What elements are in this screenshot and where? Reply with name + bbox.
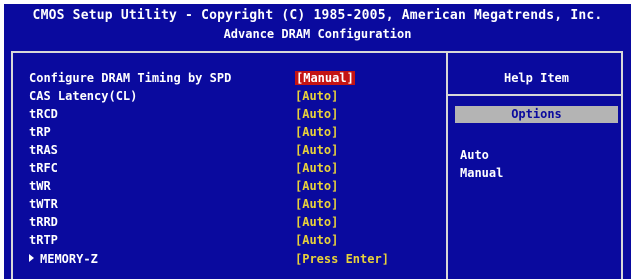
option-item[interactable]: Manual: [460, 166, 503, 180]
setting-value[interactable]: [Auto]: [295, 197, 338, 211]
page-title: Advance DRAM Configuration: [223, 27, 412, 41]
setting-label: tRRD: [29, 215, 58, 229]
setting-cas-latency[interactable]: CAS Latency(CL) [Auto]: [29, 89, 444, 107]
setting-trfc[interactable]: tRFC [Auto]: [29, 161, 444, 179]
setting-value[interactable]: [Auto]: [295, 161, 338, 175]
window-title: CMOS Setup Utility - Copyright (C) 1985-…: [32, 8, 603, 23]
setting-label: MEMORY-Z: [29, 252, 98, 266]
setting-value[interactable]: [Auto]: [295, 125, 338, 139]
setting-configure-dram-timing[interactable]: Configure DRAM Timing by SPD [Manual]: [29, 71, 444, 89]
setting-label: tRCD: [29, 107, 58, 121]
setting-label: tWTR: [29, 197, 58, 211]
setting-label: tRTP: [29, 233, 58, 247]
options-header: Options: [455, 106, 618, 123]
setting-tras[interactable]: tRAS [Auto]: [29, 143, 444, 161]
setting-twtr[interactable]: tWTR [Auto]: [29, 197, 444, 215]
submenu-label: MEMORY-Z: [40, 252, 98, 266]
setting-trcd[interactable]: tRCD [Auto]: [29, 107, 444, 125]
submenu-arrow-icon: [29, 254, 34, 262]
setting-label: tRP: [29, 125, 51, 139]
bios-screen: CMOS Setup Utility - Copyright (C) 1985-…: [4, 4, 631, 279]
option-item[interactable]: Auto: [460, 148, 489, 162]
help-divider: [448, 94, 623, 96]
setting-value[interactable]: [Auto]: [295, 179, 338, 193]
help-title: Help Item: [503, 71, 570, 85]
setting-label: CAS Latency(CL): [29, 89, 138, 103]
setting-trp[interactable]: tRP [Auto]: [29, 125, 444, 143]
setting-label: tRFC: [29, 161, 58, 175]
setting-value[interactable]: [Auto]: [295, 143, 338, 157]
setting-label: tWR: [29, 179, 51, 193]
setting-trtp[interactable]: tRTP [Auto]: [29, 233, 444, 251]
setting-value-selected[interactable]: [Manual]: [295, 71, 355, 85]
settings-frame: Configure DRAM Timing by SPD [Manual] CA…: [11, 51, 623, 279]
setting-trrd[interactable]: tRRD [Auto]: [29, 215, 444, 233]
setting-value[interactable]: [Press Enter]: [295, 252, 389, 266]
setting-value[interactable]: [Auto]: [295, 215, 338, 229]
header: CMOS Setup Utility - Copyright (C) 1985-…: [4, 4, 631, 48]
setting-twr[interactable]: tWR [Auto]: [29, 179, 444, 197]
setting-value[interactable]: [Auto]: [295, 233, 338, 247]
panel-divider: [446, 53, 448, 279]
setting-value[interactable]: [Auto]: [295, 89, 338, 103]
setting-label: Configure DRAM Timing by SPD: [29, 71, 232, 85]
setting-label: tRAS: [29, 143, 58, 157]
setting-value[interactable]: [Auto]: [295, 107, 338, 121]
submenu-memory-z[interactable]: MEMORY-Z [Press Enter]: [29, 252, 444, 270]
